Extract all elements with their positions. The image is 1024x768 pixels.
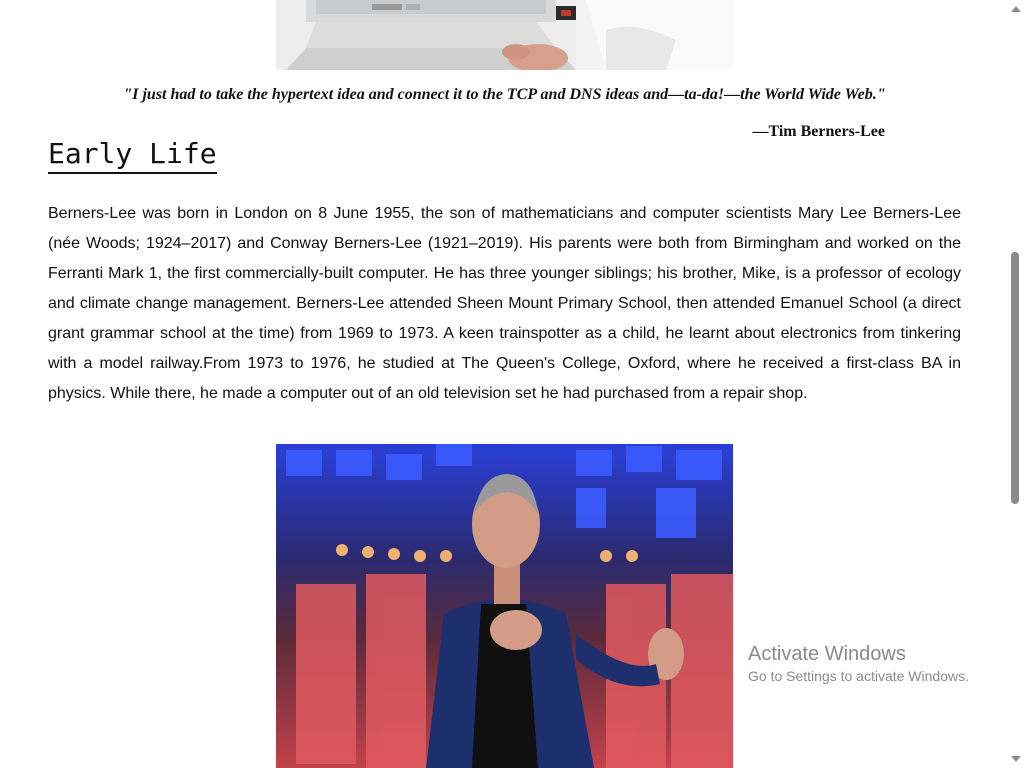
scroll-up-arrow-icon[interactable] [1011, 6, 1021, 12]
watermark-title: Activate Windows [748, 643, 906, 665]
section-body: Berners-Lee was born in London on 8 June… [48, 205, 961, 402]
watermark-subtitle: Go to Settings to activate Windows. [748, 668, 969, 684]
page: "I just had to take the hypertext idea a… [0, 0, 1024, 768]
computer-photo [276, 0, 733, 70]
activate-windows-watermark: Activate Windows Go to Settings to activ… [748, 642, 969, 686]
scroll-down-arrow-icon[interactable] [1011, 756, 1021, 762]
vertical-scrollbar[interactable] [1007, 0, 1024, 768]
quote-text: "I just had to take the hypertext idea a… [123, 86, 886, 103]
scroll-thumb[interactable] [1011, 252, 1019, 504]
section-heading: Early Life [48, 137, 217, 174]
quote-attribution: —Tim Berners-Lee [752, 123, 885, 140]
speaker-photo [276, 444, 733, 768]
